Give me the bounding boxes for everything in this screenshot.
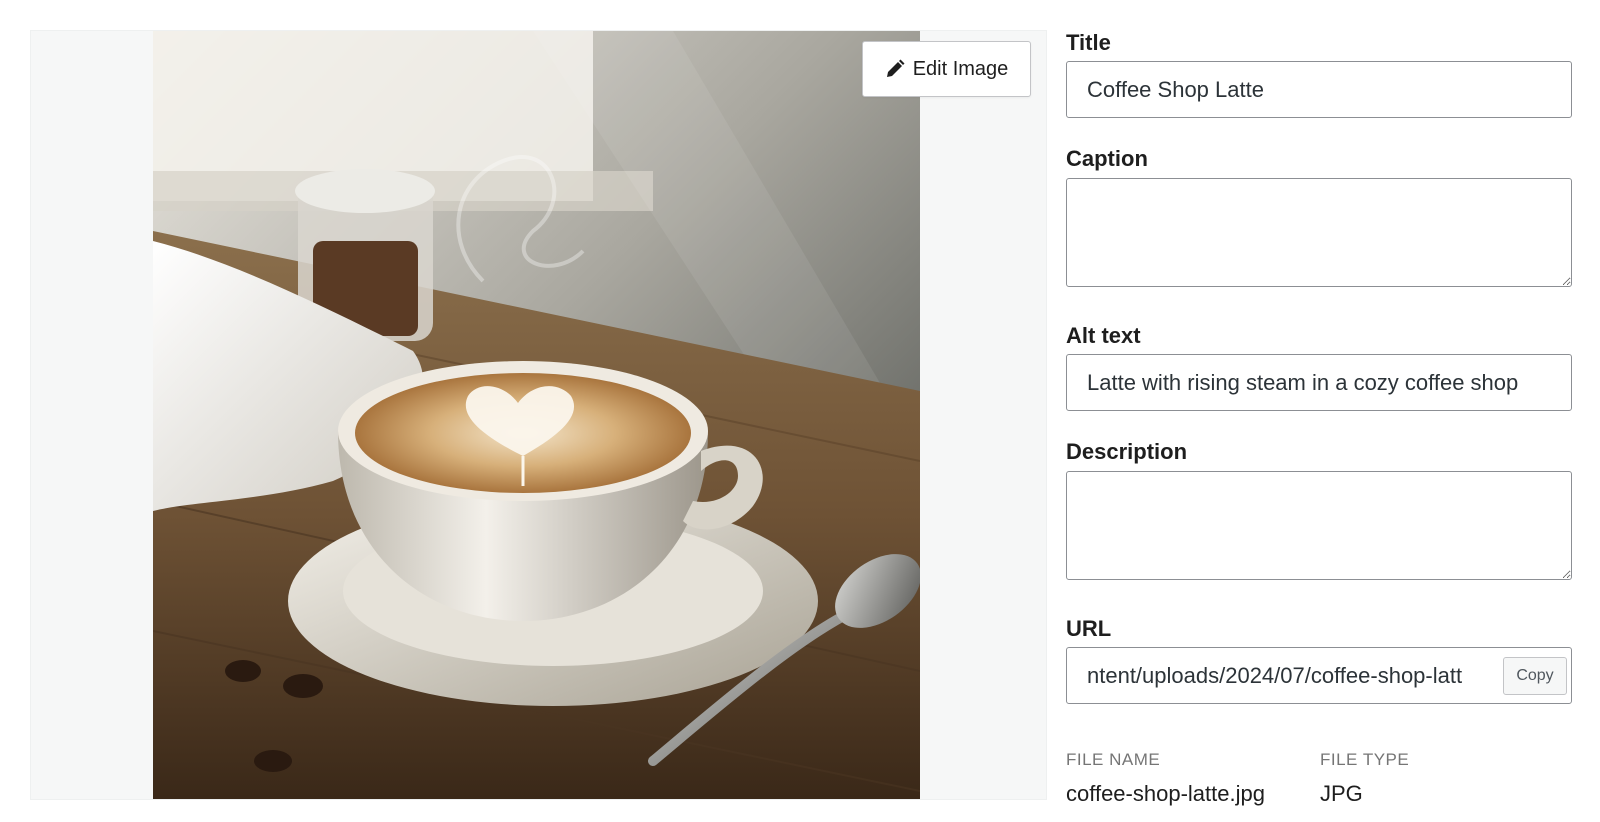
description-textarea[interactable] <box>1066 471 1572 580</box>
url-label: URL <box>1066 616 1112 641</box>
title-label: Title <box>1066 30 1111 55</box>
title-input[interactable] <box>1066 61 1572 118</box>
edit-image-label: Edit Image <box>912 57 1009 80</box>
url-value[interactable]: ntent/uploads/2024/07/coffee-shop-latt <box>1087 648 1499 703</box>
caption-label: Caption <box>1066 146 1148 171</box>
attachment-details: Edit Image Title Caption Alt text Descri… <box>0 0 1600 822</box>
description-label: Description <box>1066 439 1188 464</box>
file-name-label: FILE NAME <box>1066 750 1161 769</box>
latte-photo <box>153 31 920 799</box>
alt-text-label: Alt text <box>1066 323 1141 348</box>
file-name-value: coffee-shop-latte.jpg <box>1066 781 1265 806</box>
edit-image-button[interactable]: Edit Image <box>862 41 1031 97</box>
caption-textarea[interactable] <box>1066 178 1572 287</box>
pencil-icon <box>886 59 905 77</box>
image-preview-panel <box>30 30 1047 800</box>
file-type-label: FILE TYPE <box>1320 750 1410 769</box>
alt-text-input[interactable] <box>1066 354 1572 411</box>
url-field[interactable]: ntent/uploads/2024/07/coffee-shop-latt C… <box>1066 647 1572 704</box>
file-type-value: JPG <box>1320 781 1363 806</box>
copy-url-button[interactable]: Copy <box>1503 657 1567 695</box>
